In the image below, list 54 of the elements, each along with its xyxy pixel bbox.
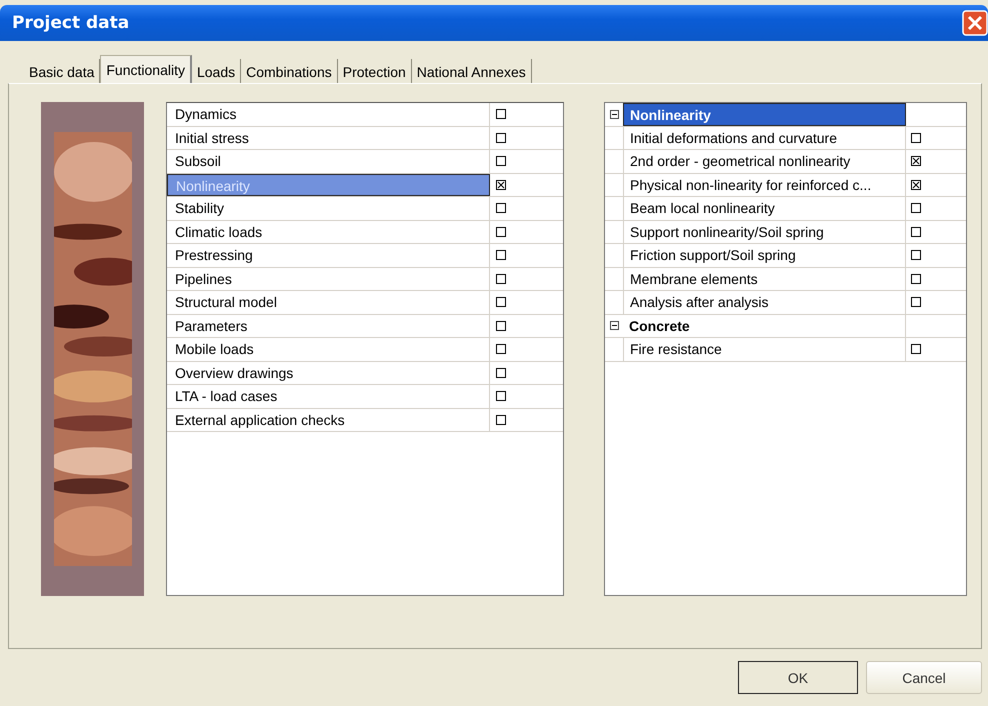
list-item[interactable]: Subsoil <box>167 150 490 172</box>
option-label: Initial deformations and curvature <box>623 126 906 149</box>
option-label: 2nd order - geometrical nonlinearity <box>623 150 906 172</box>
list-item[interactable]: Climatic loads <box>167 220 490 243</box>
checkbox[interactable] <box>496 320 506 331</box>
group-header[interactable]: Concrete <box>623 314 906 337</box>
list-item[interactable]: Initial stress <box>167 126 490 149</box>
checkbox[interactable] <box>911 203 921 214</box>
window-title: Project data <box>12 13 130 33</box>
dialog-button[interactable]: OK <box>738 661 858 694</box>
option-label: Fire resistance <box>623 338 906 360</box>
option-label: Membrane elements <box>623 268 906 290</box>
checkbox[interactable] <box>911 274 921 284</box>
collapse-icon[interactable] <box>610 321 618 330</box>
checkbox[interactable] <box>496 368 506 378</box>
checkbox[interactable] <box>496 203 506 214</box>
checkbox[interactable] <box>496 226 506 237</box>
checkbox[interactable] <box>911 132 921 143</box>
checkbox[interactable] <box>496 250 506 260</box>
list-item[interactable]: Structural model <box>167 291 490 314</box>
list-item[interactable]: Mobile loads <box>167 338 490 360</box>
dialog-button[interactable]: Cancel <box>866 661 982 694</box>
option-label: Physical non-linearity for reinforced c... <box>623 174 906 196</box>
list-item[interactable]: Pipelines <box>167 268 490 290</box>
checkbox[interactable] <box>911 180 921 190</box>
option-label: Analysis after analysis <box>623 291 906 314</box>
group-header[interactable]: Nonlinearity <box>623 103 906 126</box>
list-item[interactable]: External application checks <box>167 408 490 431</box>
checkbox[interactable] <box>911 250 921 260</box>
checkbox[interactable] <box>496 180 506 190</box>
list-item[interactable]: Parameters <box>167 314 490 337</box>
checkbox[interactable] <box>496 274 506 284</box>
checkbox[interactable] <box>911 297 921 308</box>
collapse-icon[interactable] <box>610 110 618 119</box>
list-item[interactable]: Dynamics <box>167 103 490 126</box>
checkbox[interactable] <box>496 156 506 166</box>
checkbox[interactable] <box>496 391 506 402</box>
checkbox[interactable] <box>911 226 921 237</box>
list-item[interactable]: Prestressing <box>167 244 490 266</box>
option-label: Support nonlinearity/Soil spring <box>623 220 906 243</box>
checkbox[interactable] <box>911 156 921 166</box>
option-label: Friction support/Soil spring <box>623 244 906 266</box>
list-item[interactable]: Stability <box>167 197 490 220</box>
checkbox[interactable] <box>496 109 506 120</box>
checkbox[interactable] <box>496 344 506 354</box>
checkbox[interactable] <box>496 132 506 143</box>
checkbox[interactable] <box>911 344 921 354</box>
tab[interactable]: Functionality <box>100 55 192 83</box>
checkbox[interactable] <box>496 297 506 308</box>
close-icon[interactable] <box>962 10 988 36</box>
list-item[interactable]: LTA - load cases <box>167 385 490 408</box>
option-label: Beam local nonlinearity <box>623 197 906 220</box>
checkbox[interactable] <box>496 414 506 425</box>
list-item[interactable]: Overview drawings <box>167 362 490 384</box>
